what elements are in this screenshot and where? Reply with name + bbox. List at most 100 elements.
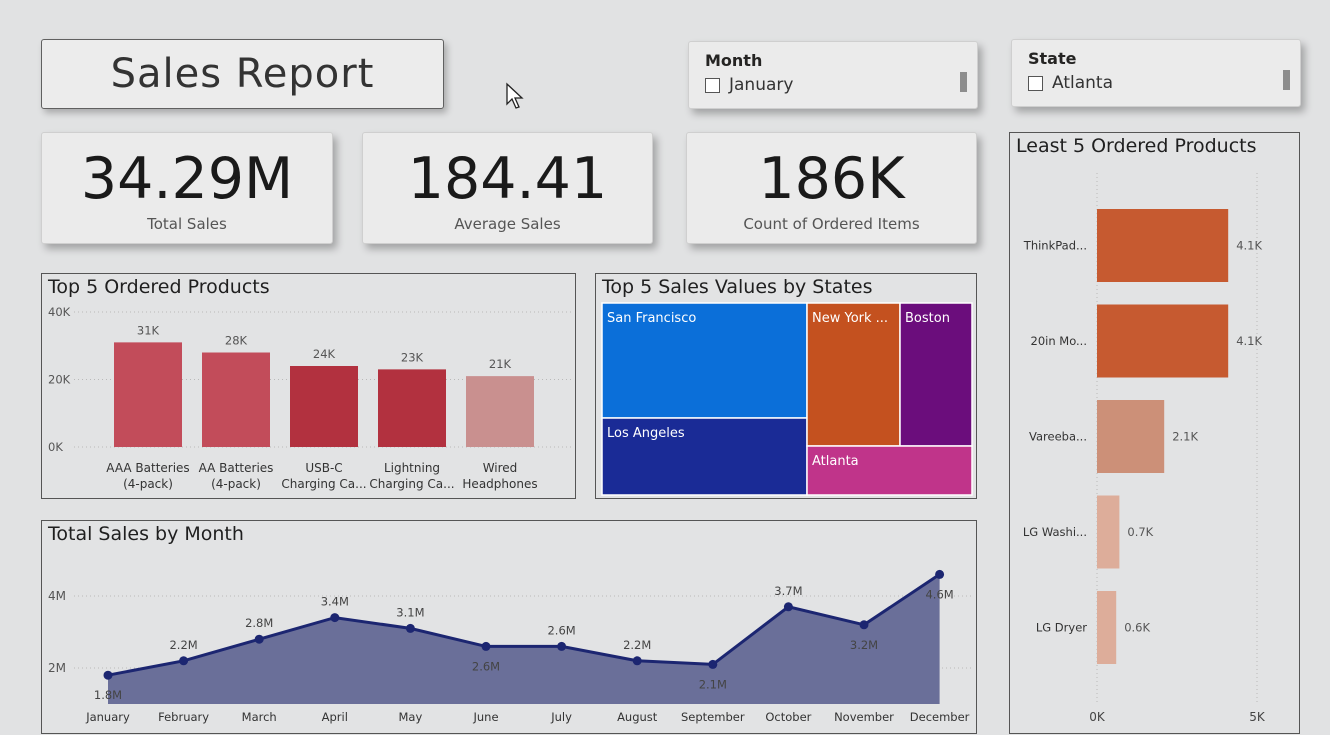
data-point xyxy=(783,602,793,612)
x-tick-label: Charging Ca... xyxy=(281,477,366,491)
bar xyxy=(114,342,182,447)
data-label: 4.1K xyxy=(1236,334,1262,348)
top-products-chart[interactable]: 40K 20K 0K 31K AAA Batteries (4-pack) 28K AA Ba… xyxy=(42,274,575,498)
x-tick-label: January xyxy=(85,710,130,724)
x-tick-label: March xyxy=(242,710,277,724)
treemap-tile-label: Boston xyxy=(905,311,950,326)
checkbox-icon[interactable] xyxy=(1028,75,1043,91)
x-tick-label: AA Batteries xyxy=(199,461,274,475)
data-label: 0.6K xyxy=(1124,621,1150,635)
x-tick-label: AAA Batteries xyxy=(106,461,189,475)
bar xyxy=(378,369,446,447)
treemap-panel[interactable]: Top 5 Sales Values by States San Francis… xyxy=(595,273,977,499)
data-label: 2.8M xyxy=(245,616,273,630)
report-title-box: Sales Report xyxy=(41,39,444,109)
total-sales-value: 34.29M xyxy=(80,146,294,212)
top-products-panel[interactable]: Top 5 Ordered Products 40K 20K 0K 31K AAA Ba… xyxy=(41,273,576,499)
x-tick-label: Wired xyxy=(483,461,518,475)
data-point xyxy=(254,634,264,644)
data-label: 4.6M xyxy=(925,587,953,601)
state-option-label: Atlanta xyxy=(1052,73,1113,93)
data-label: 0.7K xyxy=(1127,525,1153,539)
data-label: 3.7M xyxy=(774,584,802,598)
y-tick-label: 4M xyxy=(48,589,66,603)
x-tick-label: May xyxy=(399,710,423,724)
x-tick-label: 5K xyxy=(1249,710,1266,724)
data-label: 1.8M xyxy=(94,688,122,702)
x-tick-label: Lightning xyxy=(384,461,440,475)
treemap-tile-label: New York ... xyxy=(812,311,888,326)
monthly-sales-panel[interactable]: Total Sales by Month 4M 2M 1.8M January 2.2M… xyxy=(41,520,977,734)
x-tick-label: USB-C xyxy=(305,461,342,475)
x-tick-label: 0K xyxy=(1089,710,1106,724)
treemap-tile-label: Los Angeles xyxy=(607,426,685,441)
data-label: 2.2M xyxy=(623,638,651,652)
data-label: 3.1M xyxy=(396,605,424,619)
report-title: Sales Report xyxy=(110,51,375,97)
treemap-tile-label: San Francisco xyxy=(607,311,696,326)
data-label: 3.4M xyxy=(321,595,349,609)
data-label: 23K xyxy=(401,350,424,364)
least-products-panel[interactable]: Least 5 Ordered Products 0K 5K ThinkPad...… xyxy=(1009,132,1300,734)
data-label: 21K xyxy=(489,357,512,371)
least-products-chart[interactable]: 0K 5K ThinkPad... 4.1K 20in Mo... 4.1K Vareeba… xyxy=(1010,133,1299,733)
state-slicer-scrollbar[interactable] xyxy=(1283,70,1290,90)
ordered-items-label: Count of Ordered Items xyxy=(743,215,920,233)
bar xyxy=(1097,209,1229,282)
average-sales-card: 184.41 Average Sales xyxy=(362,132,653,244)
x-tick-label: September xyxy=(681,710,745,724)
bar xyxy=(202,352,270,447)
month-slicer-scrollbar[interactable] xyxy=(960,72,967,92)
data-label: 28K xyxy=(225,334,248,348)
monthly-sales-chart[interactable]: 4M 2M 1.8M January 2.2M February 2.8M March 3.4M… xyxy=(42,521,976,733)
data-label: 2.6M xyxy=(472,659,500,673)
x-tick-label: August xyxy=(617,710,658,724)
y-tick-label: 20K xyxy=(48,373,71,387)
x-tick-label: (4-pack) xyxy=(123,477,173,491)
bar xyxy=(1097,400,1165,473)
area-fill xyxy=(108,574,940,704)
total-sales-card: 34.29M Total Sales xyxy=(41,132,333,244)
data-label: 3.2M xyxy=(850,638,878,652)
x-tick-label: Charging Ca... xyxy=(369,477,454,491)
checkbox-icon[interactable] xyxy=(705,77,720,93)
y-tick-label: Vareeba... xyxy=(1029,430,1087,444)
data-label: 4.1K xyxy=(1236,239,1262,253)
treemap-tile-label: Atlanta xyxy=(812,454,859,469)
data-point xyxy=(481,641,491,651)
y-tick-label: 20in Mo... xyxy=(1031,334,1088,348)
month-option-january[interactable]: January xyxy=(705,75,961,95)
y-tick-label: 0K xyxy=(48,440,63,454)
x-tick-label: November xyxy=(834,710,894,724)
ordered-items-card: 186K Count of Ordered Items xyxy=(686,132,977,244)
state-option-atlanta[interactable]: Atlanta xyxy=(1028,73,1284,93)
data-point xyxy=(330,613,340,623)
y-tick-label: 40K xyxy=(48,305,71,319)
y-tick-label: LG Dryer xyxy=(1036,621,1087,635)
data-label: 2.2M xyxy=(169,638,197,652)
bar xyxy=(1097,304,1229,378)
data-label: 2.6M xyxy=(547,623,575,637)
data-label: 2.1K xyxy=(1172,430,1198,444)
data-point xyxy=(179,656,189,666)
mouse-cursor-icon xyxy=(506,82,524,109)
month-slicer[interactable]: Month January xyxy=(688,41,978,109)
data-point xyxy=(859,620,869,630)
treemap-chart[interactable]: San Francisco Los Angeles New York ... Bost… xyxy=(596,274,976,498)
bar xyxy=(1097,495,1120,569)
ordered-items-value: 186K xyxy=(758,146,905,212)
data-label: 24K xyxy=(313,347,336,361)
month-slicer-label: Month xyxy=(705,51,763,70)
x-tick-label: October xyxy=(765,710,811,724)
state-slicer[interactable]: State Atlanta xyxy=(1011,39,1301,107)
x-tick-label: April xyxy=(322,710,348,724)
data-point xyxy=(557,641,567,651)
data-label: 2.1M xyxy=(699,677,727,691)
x-tick-label: July xyxy=(550,710,572,724)
average-sales-label: Average Sales xyxy=(454,215,561,233)
x-tick-label: June xyxy=(472,710,498,724)
data-point xyxy=(103,670,113,680)
bar xyxy=(466,376,534,447)
bar xyxy=(1097,591,1117,664)
bar xyxy=(290,366,358,447)
